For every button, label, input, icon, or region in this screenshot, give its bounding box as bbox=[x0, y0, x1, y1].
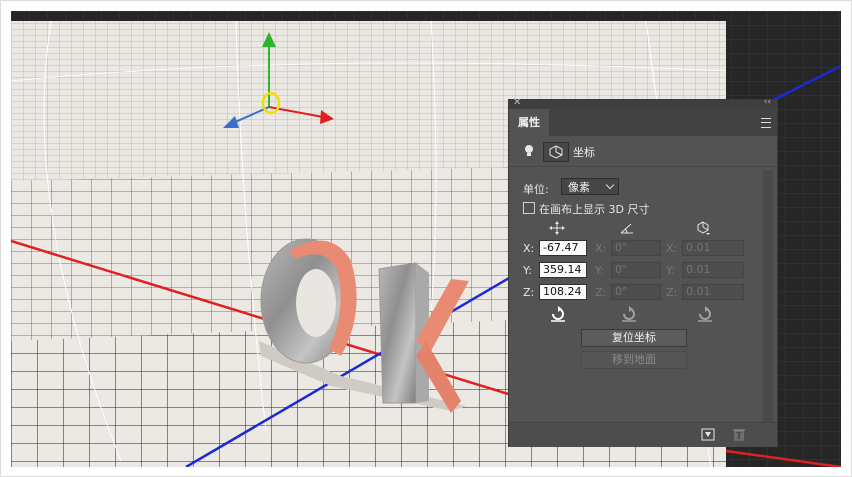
coordinates-button[interactable] bbox=[543, 142, 569, 162]
position-y-label: Y: bbox=[523, 264, 532, 277]
unit-select[interactable]: 像素 bbox=[561, 178, 619, 195]
scale-z-label: Z: bbox=[666, 286, 678, 299]
3d-viewport[interactable]: ✕ ‹‹ 属性 坐标 单位: 像素 在画布上显示 3D 尺寸 X: -67.47… bbox=[11, 11, 841, 467]
rotation-z-label: Z: bbox=[595, 286, 607, 299]
reset-rotate-icon[interactable] bbox=[620, 306, 638, 322]
rotate-icon bbox=[620, 223, 633, 234]
panel-subheader: 坐标 bbox=[509, 136, 777, 167]
position-y-field[interactable]: 359.14 bbox=[539, 262, 587, 278]
reset-coordinates-button[interactable]: 复位坐标 bbox=[581, 329, 687, 347]
reset-scale-icon[interactable] bbox=[696, 306, 714, 322]
coordinates-icon bbox=[549, 145, 563, 159]
scale-z-field[interactable]: 0.01 bbox=[682, 284, 744, 300]
trash-icon[interactable] bbox=[733, 428, 745, 441]
position-x-label: X: bbox=[523, 242, 535, 255]
position-z-label: Z: bbox=[523, 286, 535, 299]
rotation-z-field[interactable]: 0° bbox=[611, 284, 661, 300]
collapse-icon[interactable]: ‹‹ bbox=[764, 97, 771, 107]
render-icon[interactable] bbox=[701, 428, 715, 441]
panel-subtitle: 坐标 bbox=[573, 146, 595, 159]
scale-x-field[interactable]: 0.01 bbox=[682, 240, 744, 256]
chevron-down-icon bbox=[605, 180, 615, 190]
tab-properties[interactable]: 属性 bbox=[509, 109, 549, 136]
screenshot-frame: ✕ ‹‹ 属性 坐标 单位: 像素 在画布上显示 3D 尺寸 X: -67.47… bbox=[0, 0, 852, 477]
rotation-x-field[interactable]: 0° bbox=[611, 240, 661, 256]
reset-move-icon[interactable] bbox=[549, 306, 567, 322]
panel-footer bbox=[509, 422, 777, 447]
scale-icon bbox=[697, 221, 710, 235]
rotation-y-field[interactable]: 0° bbox=[611, 262, 661, 278]
properties-panel: ✕ ‹‹ 属性 坐标 单位: 像素 在画布上显示 3D 尺寸 X: -67.47… bbox=[509, 97, 777, 447]
panel-menu-icon[interactable] bbox=[761, 118, 771, 128]
unit-select-value: 像素 bbox=[568, 181, 590, 194]
show-3d-size-label: 在画布上显示 3D 尺寸 bbox=[539, 203, 650, 216]
position-z-field[interactable]: 108.24 bbox=[539, 284, 587, 300]
position-x-field[interactable]: -67.47 bbox=[539, 240, 587, 256]
unit-label: 单位: bbox=[523, 183, 549, 196]
scale-x-label: X: bbox=[666, 242, 678, 255]
panel-title-bar: ✕ ‹‹ bbox=[509, 97, 777, 109]
panel-tab-row: 属性 bbox=[509, 109, 777, 136]
move-icon bbox=[549, 221, 565, 235]
close-icon[interactable]: ✕ bbox=[513, 97, 521, 108]
rotation-y-label: Y: bbox=[595, 264, 604, 277]
light-bulb-icon[interactable] bbox=[525, 145, 533, 156]
rotation-x-label: X: bbox=[595, 242, 607, 255]
panel-scrollbar[interactable] bbox=[763, 170, 773, 422]
scale-y-label: Y: bbox=[666, 264, 675, 277]
move-to-ground-button[interactable]: 移到地面 bbox=[581, 351, 687, 369]
show-3d-size-checkbox[interactable] bbox=[523, 202, 535, 214]
scale-y-field[interactable]: 0.01 bbox=[682, 262, 744, 278]
